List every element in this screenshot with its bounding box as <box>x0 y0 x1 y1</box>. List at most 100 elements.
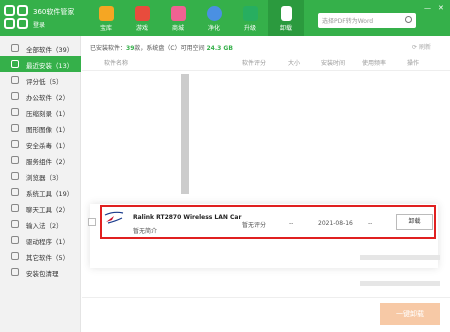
sidebar-item-label: 输入法（2） <box>26 222 63 230</box>
archive-icon <box>11 108 19 116</box>
status-prefix: 已安装软件： <box>90 45 127 52</box>
sidebar-item-label: 浏览器（3） <box>26 174 63 182</box>
uninstall-all-button[interactable]: 一键卸载 <box>380 303 440 325</box>
tab-label: 游戏 <box>135 25 148 32</box>
column-size[interactable]: 大小 <box>288 58 300 70</box>
upgrade-icon <box>242 6 258 21</box>
office-icon <box>11 92 19 100</box>
sidebar-item-chat[interactable]: 聊天工具（2） <box>0 200 81 216</box>
sidebar-item-label: 图形图像（1） <box>26 126 70 134</box>
software-frequency: -- <box>368 220 373 227</box>
refresh-label: 刷新 <box>418 44 431 51</box>
sidebar-item-system-tools[interactable]: 系统工具（19） <box>0 184 81 200</box>
sidebar-item-label: 全部软件（39） <box>26 46 74 54</box>
minimize-icon[interactable]: — <box>424 4 431 12</box>
sidebar-item-label: 聊天工具（2） <box>26 206 70 214</box>
column-frequency[interactable]: 使用频率 <box>362 58 386 70</box>
trash-icon <box>280 6 292 21</box>
sidebar-item-all[interactable]: 全部软件（39） <box>0 40 81 56</box>
sidebar-item-label: 其它软件（5） <box>26 254 70 262</box>
search-placeholder: 选择PDF转为Word <box>322 18 374 25</box>
close-icon[interactable]: ✕ <box>438 4 444 12</box>
main-panel: 已安装软件：39款，系统盘（C）可用空间 24.3 GB ⟳ 刷新 软件名称 软… <box>82 36 450 332</box>
sidebar-item-label: 压缩刻录（1） <box>26 110 70 118</box>
free-space: 24.3 GB <box>206 45 233 52</box>
refresh-button[interactable]: ⟳ 刷新 <box>412 42 431 51</box>
placeholder-bar <box>360 255 440 260</box>
status-line: 已安装软件：39款，系统盘（C）可用空间 24.3 GB <box>90 43 233 52</box>
loading-placeholder <box>181 74 189 194</box>
status-mid: 款，系统盘（C）可用空间 <box>134 45 205 52</box>
tab-label: 商城 <box>171 25 184 32</box>
app-logo-icon <box>4 5 30 31</box>
app-title: 360软件管家 <box>33 8 75 16</box>
clean-icon <box>206 6 222 21</box>
tab-upgrade[interactable]: 升级 <box>232 0 268 36</box>
sidebar-item-label: 系统工具（19） <box>26 190 74 198</box>
column-name[interactable]: 软件名称 <box>104 58 128 70</box>
image-icon <box>11 124 19 132</box>
search-icon[interactable] <box>405 16 412 23</box>
sidebar-item-label: 办公软件（2） <box>26 94 70 102</box>
tab-label: 卸载 <box>279 25 292 32</box>
shop-icon <box>170 6 186 21</box>
column-rating[interactable]: 软件评分 <box>242 58 266 70</box>
gamepad-icon <box>134 6 150 21</box>
tab-label: 净化 <box>207 25 220 32</box>
grid-icon <box>11 44 19 52</box>
tab-label: 升级 <box>243 25 256 32</box>
package-icon <box>11 268 19 276</box>
tab-games[interactable]: 游戏 <box>124 0 160 36</box>
clock-icon <box>11 60 19 68</box>
tab-purify[interactable]: 净化 <box>196 0 232 36</box>
sidebar-item-office[interactable]: 办公软件（2） <box>0 88 81 104</box>
tab-label: 宝库 <box>99 25 112 32</box>
column-install-time[interactable]: 安装时间 <box>321 58 345 70</box>
browser-icon <box>11 172 19 180</box>
sidebar-item-label: 最近安装（13） <box>26 62 74 70</box>
sidebar-item-label: 评分低（5） <box>26 78 63 86</box>
tab-mall[interactable]: 商城 <box>160 0 196 36</box>
tab-treasury[interactable]: 宝库 <box>88 0 124 36</box>
ralink-logo-icon <box>104 211 124 224</box>
chat-icon <box>11 204 19 212</box>
keyboard-icon <box>11 220 19 228</box>
sidebar-item-other[interactable]: 其它软件（5） <box>0 248 81 264</box>
sidebar-item-recent[interactable]: 最近安装（13） <box>0 56 81 72</box>
tools-icon <box>11 188 19 196</box>
software-description: 暂无简介 <box>133 228 158 235</box>
sidebar-item-browser[interactable]: 浏览器（3） <box>0 168 81 184</box>
shield-icon <box>11 140 19 148</box>
component-icon <box>11 156 19 164</box>
software-name: Ralink RT2870 Wireless LAN Car <box>133 214 242 221</box>
tab-uninstall[interactable]: 卸载 <box>268 0 304 36</box>
star-icon <box>98 6 114 21</box>
sidebar-item-components[interactable]: 服务组件（2） <box>0 152 81 168</box>
header-bar: 360软件管家 登录 宝库 游戏 商城 净化 升级 卸载 选择PDF转为Word… <box>0 0 450 36</box>
thumb-down-icon <box>11 76 19 84</box>
sidebar-item-label: 服务组件（2） <box>26 158 70 166</box>
sidebar-item-graphics[interactable]: 图形图像（1） <box>0 120 81 136</box>
sidebar-item-archive[interactable]: 压缩刻录（1） <box>0 104 81 120</box>
column-action: 操作 <box>407 60 420 67</box>
sidebar-item-input-method[interactable]: 输入法（2） <box>0 216 81 232</box>
driver-icon <box>11 236 19 244</box>
login-link[interactable]: 登录 <box>33 20 45 29</box>
placeholder-bar <box>360 281 440 286</box>
software-size: -- <box>289 220 294 227</box>
sidebar-item-drivers[interactable]: 驱动程序（1） <box>0 232 81 248</box>
search-input[interactable]: 选择PDF转为Word <box>318 13 416 28</box>
sidebar-item-low-rating[interactable]: 评分低（5） <box>0 72 81 88</box>
sidebar-item-label: 安装包清理 <box>26 270 59 278</box>
sidebar-item-security[interactable]: 安全杀毒（1） <box>0 136 81 152</box>
sidebar-item-label: 驱动程序（1） <box>26 238 70 246</box>
sidebar-item-label: 安全杀毒（1） <box>26 142 70 150</box>
sidebar: 全部软件（39） 最近安装（13） 评分低（5） 办公软件（2） 压缩刻录（1）… <box>0 36 81 332</box>
header-divider <box>82 70 450 71</box>
row-checkbox[interactable] <box>88 218 96 226</box>
software-install-date: 2021-08-16 <box>318 220 353 227</box>
sidebar-item-package-cleanup[interactable]: 安装包清理 <box>0 264 81 280</box>
software-rating: 暂无评分 <box>242 222 267 229</box>
uninstall-button[interactable]: 卸载 <box>396 214 433 230</box>
other-icon <box>11 252 19 260</box>
